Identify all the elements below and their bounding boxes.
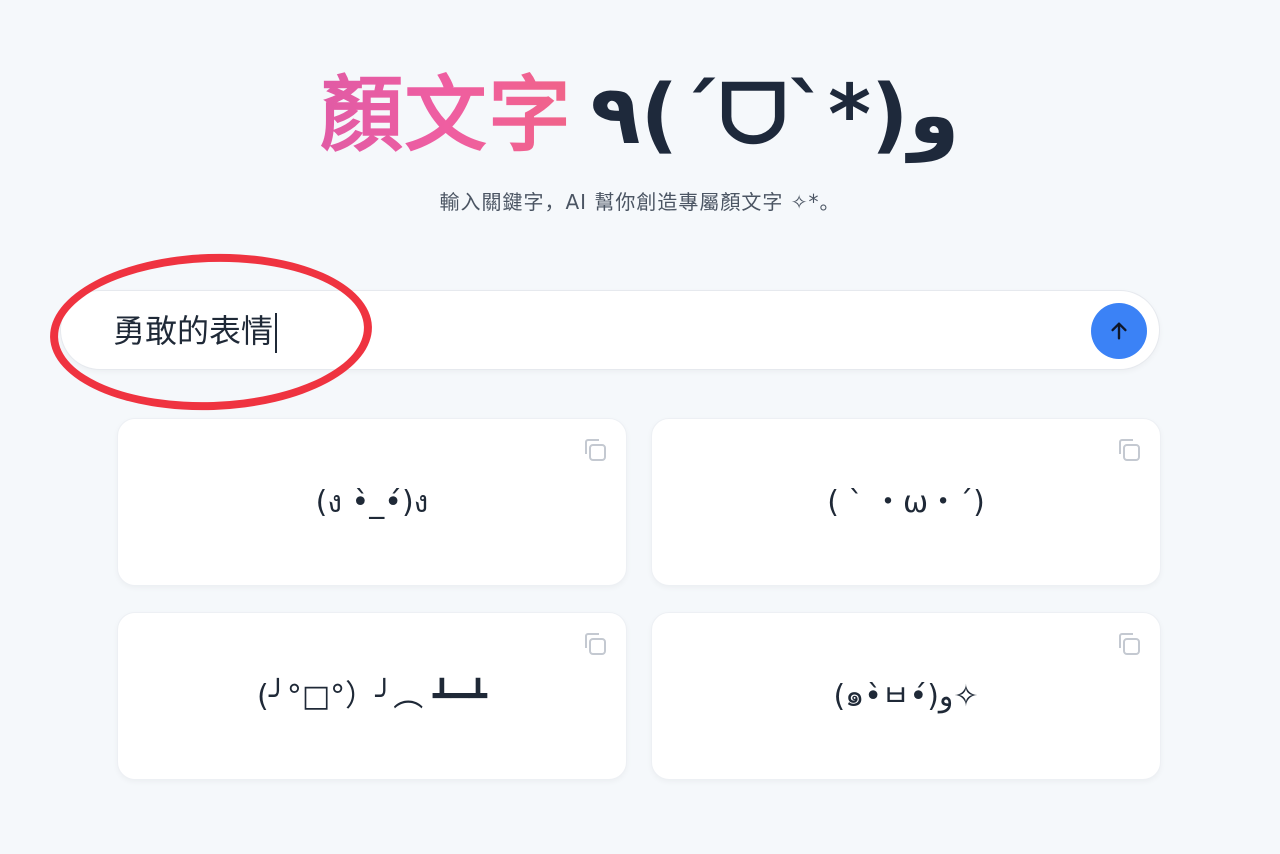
text-caret bbox=[275, 313, 278, 353]
copy-button[interactable] bbox=[1114, 435, 1144, 465]
kaomoji-text: (ง •̀_•́)ง bbox=[315, 485, 429, 520]
copy-button[interactable] bbox=[1114, 629, 1144, 659]
copy-icon bbox=[1119, 633, 1140, 655]
submit-button[interactable] bbox=[1091, 303, 1147, 359]
page-title: 顏文字 ٩(ˊᗜˋ*)و bbox=[0, 66, 1280, 166]
title-kaomoji: ٩(ˊᗜˋ*)و bbox=[590, 68, 960, 163]
page: 顏文字 ٩(ˊᗜˋ*)و 輸入關鍵字，AI 幫你創造專屬顏文字 ✧*。 勇敢的表情… bbox=[0, 0, 1280, 854]
search-input[interactable]: 勇敢的表情 bbox=[113, 309, 278, 353]
kaomoji-text: ( ˋ ・ω・ˊ) bbox=[827, 485, 985, 520]
result-card[interactable]: ( ˋ ・ω・ˊ) bbox=[651, 418, 1161, 586]
result-card[interactable]: (╯°□°）╯︵ ┻━┻ bbox=[117, 612, 627, 780]
result-card[interactable]: (๑•̀ㅂ•́)و✧ bbox=[651, 612, 1161, 780]
result-card[interactable]: (ง •̀_•́)ง bbox=[117, 418, 627, 586]
copy-icon bbox=[1119, 439, 1140, 461]
arrow-up-icon bbox=[1111, 322, 1127, 340]
search-bar: 勇敢的表情 bbox=[60, 290, 1160, 370]
search-input-value: 勇敢的表情 bbox=[113, 312, 274, 350]
title-main: 顏文字 bbox=[320, 68, 573, 163]
kaomoji-text: (๑•̀ㅂ•́)و✧ bbox=[833, 679, 979, 714]
page-subtitle: 輸入關鍵字，AI 幫你創造專屬顏文字 ✧*。 bbox=[439, 190, 841, 214]
copy-icon bbox=[585, 633, 606, 655]
copy-button[interactable] bbox=[580, 435, 610, 465]
copy-icon bbox=[585, 439, 606, 461]
copy-button[interactable] bbox=[580, 629, 610, 659]
kaomoji-text: (╯°□°）╯︵ ┻━┻ bbox=[257, 679, 487, 714]
